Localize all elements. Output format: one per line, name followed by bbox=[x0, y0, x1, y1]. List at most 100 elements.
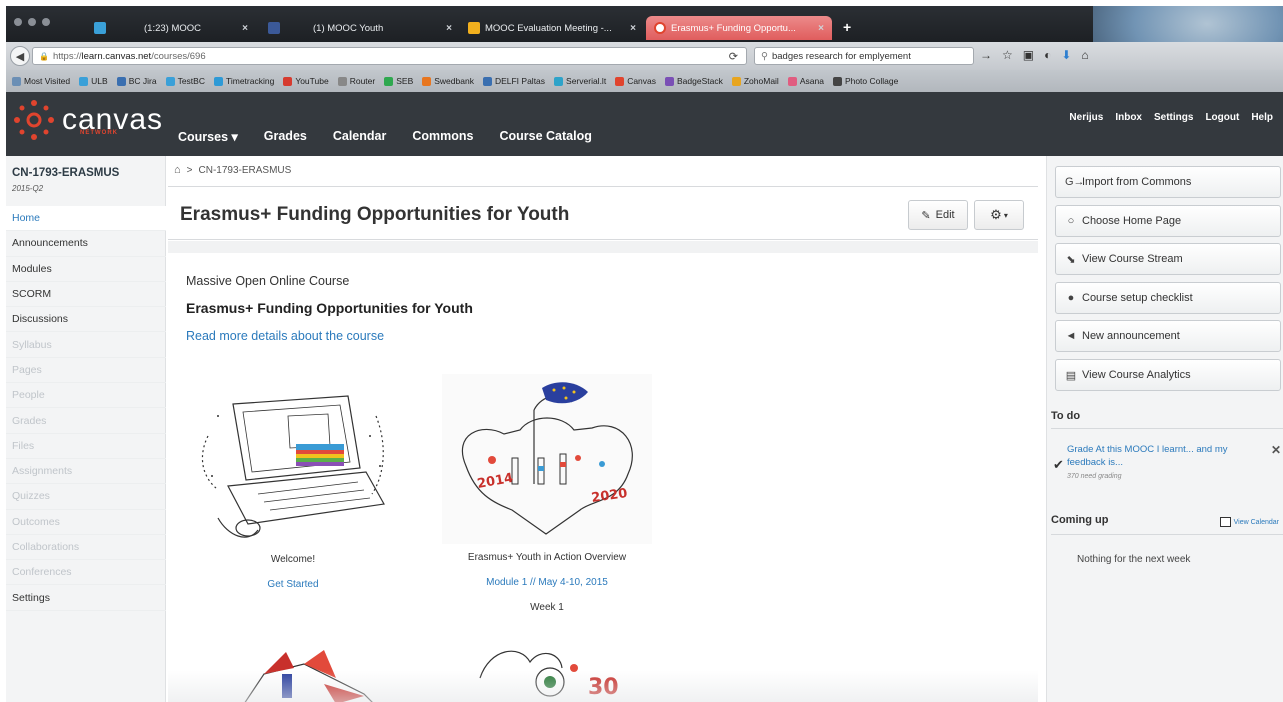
bookmark-item[interactable]: Asana bbox=[787, 76, 824, 86]
course-nav-item[interactable]: Conferences bbox=[6, 560, 166, 586]
bookmark-item[interactable]: ULB bbox=[79, 76, 108, 86]
read-more-link[interactable]: Read more details about the course bbox=[186, 329, 384, 343]
search-field[interactable]: ⚲ badges research for emplyement bbox=[754, 47, 974, 65]
course-nav-item[interactable]: Announcements bbox=[6, 231, 166, 257]
clipboard-icon[interactable]: ▣ bbox=[1023, 48, 1034, 62]
bookmark-favicon-icon bbox=[422, 76, 432, 86]
bookmark-item[interactable]: TestBC bbox=[165, 76, 205, 86]
course-code[interactable]: CN-1793-ERASMUS bbox=[12, 167, 119, 179]
course-nav-item[interactable]: People bbox=[6, 383, 166, 409]
tab-evaluation-meeting[interactable]: MOOC Evaluation Meeting -... × bbox=[460, 16, 644, 40]
bookmark-item[interactable]: BC Jira bbox=[116, 76, 157, 86]
bookmark-item[interactable]: ZohoMail bbox=[731, 76, 779, 86]
bookmark-item[interactable]: SEB bbox=[384, 76, 413, 86]
search-icon: ⚲ bbox=[761, 50, 768, 62]
tab-close-icon[interactable]: × bbox=[818, 23, 824, 34]
sidebar-action-button[interactable]: G→ Import from Commons bbox=[1055, 166, 1281, 198]
user-nav-item[interactable]: Settings bbox=[1154, 112, 1193, 123]
sidebar-action-label: Course setup checklist bbox=[1082, 291, 1193, 304]
user-nav-item[interactable]: Help bbox=[1251, 112, 1273, 123]
course-nav-item[interactable]: Syllabus bbox=[6, 332, 166, 358]
card-link[interactable]: Get Started bbox=[188, 579, 398, 590]
module-card-welcome[interactable]: Welcome! Get Started bbox=[188, 376, 398, 590]
tab-pinned[interactable] bbox=[86, 16, 131, 40]
url-bar[interactable]: 🔒 https://learn.canvas.net/courses/696 ⟳ bbox=[32, 47, 747, 65]
sidebar-action-button[interactable]: ⬊ View Course Stream bbox=[1055, 243, 1281, 276]
sidebar-action-button[interactable]: ◄ New announcement bbox=[1055, 320, 1281, 353]
navigation-bar: ◀ 🔒 https://learn.canvas.net/courses/696… bbox=[6, 42, 1283, 70]
course-nav-item[interactable]: Outcomes bbox=[6, 510, 166, 535]
bookmark-item[interactable]: Photo Collage bbox=[832, 76, 898, 86]
zoom-window-dot[interactable] bbox=[42, 18, 50, 26]
new-tab-button[interactable]: + bbox=[843, 19, 851, 35]
course-nav-item[interactable]: SCORM bbox=[6, 282, 166, 308]
bookmark-item[interactable]: Router bbox=[337, 76, 375, 86]
back-button[interactable]: ◀ bbox=[10, 46, 30, 66]
global-nav-item[interactable]: Calendar bbox=[333, 129, 399, 144]
bookmark-item[interactable]: Serverial.lt bbox=[554, 76, 606, 86]
breadcrumb-course[interactable]: CN-1793-ERASMUS bbox=[199, 165, 292, 176]
sidebar-action-button[interactable]: ● Course setup checklist bbox=[1055, 281, 1281, 314]
global-nav-item[interactable]: Grades bbox=[264, 129, 319, 144]
global-nav-item[interactable]: Commons bbox=[412, 129, 485, 144]
bookmark-item[interactable]: Swedbank bbox=[422, 76, 474, 86]
user-nav-item[interactable]: Logout bbox=[1205, 112, 1239, 123]
go-arrow-icon[interactable]: → bbox=[980, 48, 992, 62]
download-icon[interactable]: ⬇ bbox=[1061, 48, 1071, 62]
home-icon[interactable]: ⌂ bbox=[174, 164, 181, 176]
view-calendar-link[interactable]: View Calendar bbox=[1219, 517, 1279, 527]
import-icon: G→ bbox=[1065, 176, 1085, 188]
todo-subtitle: 370 need grading bbox=[1067, 473, 1122, 480]
tab-mooc[interactable]: (1:23) MOOC × bbox=[136, 16, 256, 40]
sidebar-action-label: View Course Stream bbox=[1082, 253, 1183, 266]
bookmark-label: Serverial.lt bbox=[566, 76, 607, 86]
tab-close-icon[interactable]: × bbox=[630, 23, 636, 34]
tab-erasmus-active[interactable]: Erasmus+ Funding Opportu... × bbox=[646, 16, 832, 40]
course-nav-item[interactable]: Files bbox=[6, 434, 166, 459]
global-nav-item[interactable]: Course Catalog bbox=[499, 129, 603, 144]
bookmark-item[interactable]: YouTube bbox=[283, 76, 329, 86]
bookmark-star-icon[interactable]: ☆ bbox=[1002, 48, 1013, 62]
bookmark-item[interactable]: BadgeStack bbox=[665, 76, 723, 86]
dismiss-icon[interactable]: ✕ bbox=[1271, 443, 1281, 457]
tab-close-icon[interactable]: × bbox=[446, 23, 452, 34]
course-nav-item[interactable]: Home bbox=[6, 206, 166, 232]
minimize-window-dot[interactable] bbox=[28, 18, 36, 26]
bookmark-item[interactable]: Most Visited bbox=[12, 76, 70, 86]
window-controls[interactable] bbox=[14, 18, 50, 26]
welcome-sketch-image bbox=[188, 376, 398, 546]
home-icon[interactable]: ⌂ bbox=[1081, 48, 1088, 62]
pocket-icon[interactable]: ◐ bbox=[1044, 48, 1051, 62]
course-nav-item[interactable]: Pages bbox=[6, 358, 166, 384]
bookmark-item[interactable]: Canvas bbox=[615, 76, 656, 86]
bookmark-item[interactable]: DELFI Paltas bbox=[482, 76, 545, 86]
module-card-overview[interactable]: 2014 2020 Erasmus+ Youth in Action Overv… bbox=[442, 374, 652, 613]
question-icon: ● bbox=[1067, 291, 1075, 304]
edit-button[interactable]: ✎ Edit bbox=[908, 200, 968, 230]
settings-menu-button[interactable]: ⚙ ▾ bbox=[974, 200, 1024, 230]
home-page-icon: ○ bbox=[1067, 214, 1075, 227]
todo-title[interactable]: Grade At this MOOC I learnt... and my fe… bbox=[1067, 443, 1257, 469]
card-link[interactable]: Module 1 // May 4-10, 2015 bbox=[442, 577, 652, 588]
tab-mooc-youth[interactable]: (1) MOOC Youth × bbox=[260, 16, 460, 40]
global-nav-item[interactable]: Courses ▾ bbox=[178, 129, 250, 144]
sketch-year-start: 2014 bbox=[476, 471, 514, 492]
course-nav-item[interactable]: Grades bbox=[6, 408, 166, 434]
close-window-dot[interactable] bbox=[14, 18, 22, 26]
course-nav-item[interactable]: Modules bbox=[6, 257, 166, 282]
course-nav-item[interactable]: Discussions bbox=[6, 307, 166, 333]
course-nav-item[interactable]: Assignments bbox=[6, 459, 166, 485]
user-nav-item[interactable]: Nerijus bbox=[1069, 112, 1103, 123]
course-nav-item[interactable]: Collaborations bbox=[6, 535, 166, 561]
course-nav-item[interactable]: Settings bbox=[6, 585, 166, 611]
todo-item[interactable]: ✔ Grade At this MOOC I learnt... and my … bbox=[1053, 443, 1281, 493]
tab-close-icon[interactable]: × bbox=[242, 23, 248, 34]
reload-icon[interactable]: ⟳ bbox=[729, 50, 738, 63]
course-nav-item[interactable]: Quizzes bbox=[6, 484, 166, 510]
sidebar-action-button[interactable]: ▤ View Course Analytics bbox=[1055, 359, 1281, 391]
right-sidebar: G→ Import from Commons ○ Choose Home Page ⬊ V… bbox=[1046, 156, 1283, 702]
course-nav: CN-1793-ERASMUS 2015-Q2 Home Announcement… bbox=[6, 156, 166, 702]
sidebar-action-button[interactable]: ○ Choose Home Page bbox=[1055, 204, 1281, 237]
bookmark-item[interactable]: Timetracking bbox=[213, 76, 274, 86]
user-nav-item[interactable]: Inbox bbox=[1115, 112, 1142, 123]
